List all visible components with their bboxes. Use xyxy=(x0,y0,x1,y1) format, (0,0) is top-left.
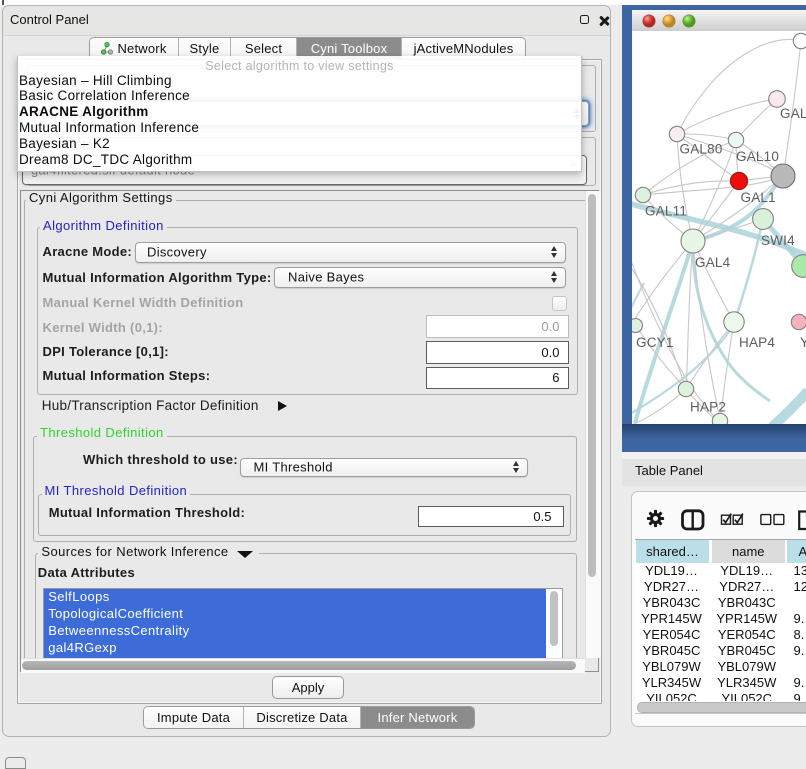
svg-text:HAP4: HAP4 xyxy=(739,335,775,350)
svg-text:GCY1: GCY1 xyxy=(636,335,674,350)
svg-text:GAL80: GAL80 xyxy=(680,142,723,157)
svg-text:Y: Y xyxy=(800,335,806,350)
svg-text:SWI4: SWI4 xyxy=(761,233,795,248)
svg-text:GAL1: GAL1 xyxy=(741,190,776,205)
svg-text:HAP2: HAP2 xyxy=(690,400,726,415)
svg-text:GAL10: GAL10 xyxy=(736,149,779,164)
svg-text:GAL: GAL xyxy=(780,106,806,121)
svg-text:GAL4: GAL4 xyxy=(695,255,731,270)
svg-text:GAL11: GAL11 xyxy=(645,204,687,219)
